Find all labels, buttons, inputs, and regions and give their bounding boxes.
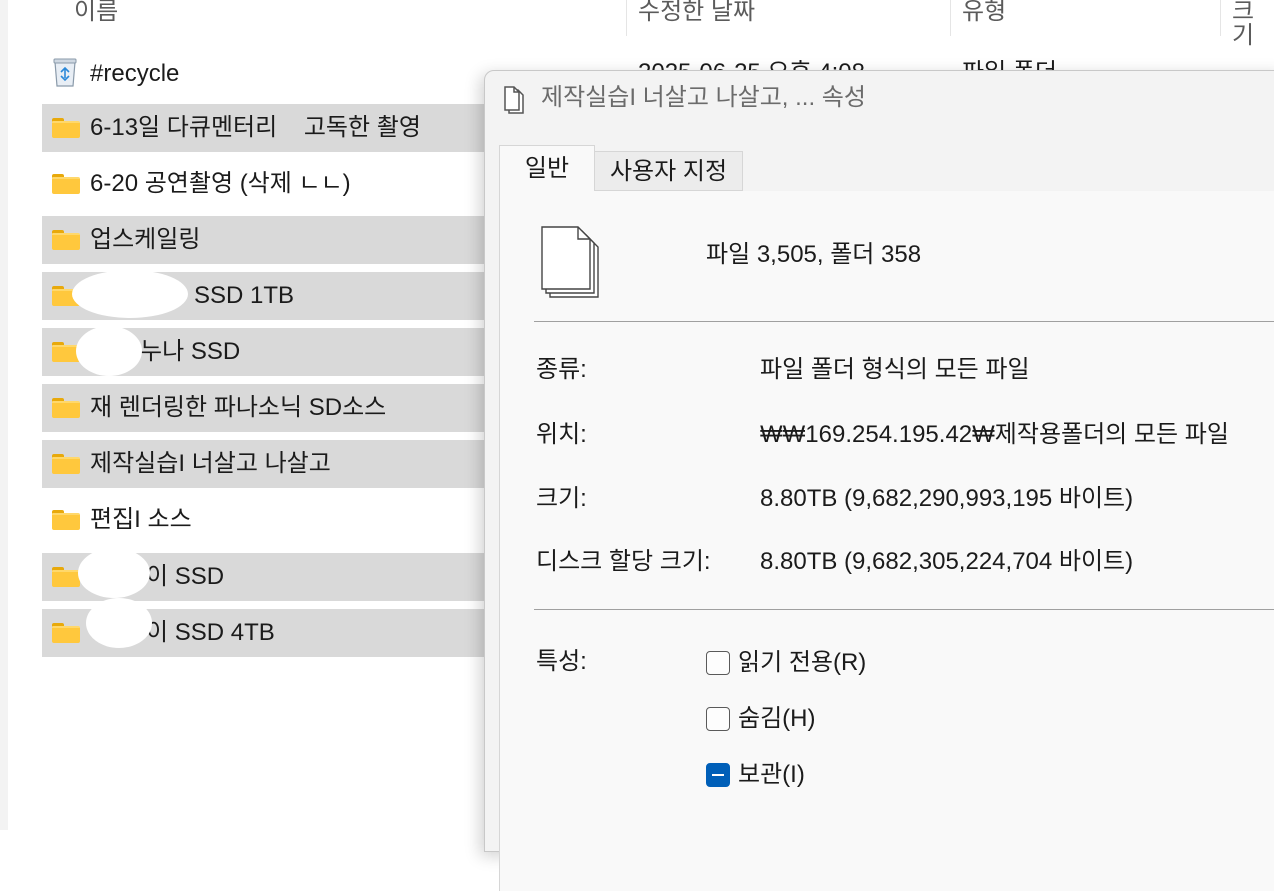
- location-value: ₩₩169.254.195.42₩제작용폴더의 모든 파일: [760, 421, 1229, 448]
- file-row[interactable]: 업스케일링: [42, 216, 502, 264]
- file-row[interactable]: 제작실습I 너살고 나살고: [42, 440, 502, 488]
- file-name: 편집I 소스: [90, 506, 192, 533]
- file-name: SSD 1TB: [194, 282, 295, 309]
- folder-icon: [52, 510, 80, 530]
- column-header-modified[interactable]: 수정한 날짜: [638, 0, 755, 36]
- multiple-files-icon: [504, 86, 524, 114]
- disk-size-label: 디스크 할당 크기:: [536, 548, 711, 575]
- tab-custom[interactable]: 사용자 지정: [595, 151, 743, 191]
- file-row[interactable]: #recycle: [42, 50, 502, 98]
- file-name: #recycle: [90, 60, 180, 87]
- column-header-type[interactable]: 유형: [962, 0, 1006, 36]
- file-name: 재 렌더링한 파나소닉 SD소스: [90, 394, 387, 421]
- selection-summary: 파일 3,505, 폴더 358: [706, 241, 922, 268]
- kind-label: 종류:: [536, 356, 587, 383]
- divider: [534, 321, 1274, 322]
- disk-size-value: 8.80TB (9,682,305,224,704 바이트): [760, 548, 1134, 575]
- dialog-title: 제작실습I 너살고 나살고, ... 속성: [541, 84, 866, 111]
- tab-bar: 일반 사용자 지정: [499, 145, 1274, 192]
- properties-dialog: 제작실습I 너살고 나살고, ... 속성 일반 사용자 지정 파일 3,505…: [484, 70, 1274, 891]
- file-name: 제작실습I 너살고 나살고: [90, 450, 331, 477]
- redaction-blob: [72, 270, 188, 318]
- hidden-label[interactable]: 숨김(H): [738, 704, 815, 734]
- redaction-blob: [76, 326, 142, 376]
- column-divider[interactable]: [950, 0, 951, 36]
- file-row[interactable]: 재 렌더링한 파나소닉 SD소스: [42, 384, 502, 432]
- size-value: 8.80TB (9,682,290,993,195 바이트): [760, 485, 1134, 512]
- readonly-label[interactable]: 읽기 전용(R): [738, 648, 866, 678]
- folder-icon: [52, 567, 80, 587]
- file-name: 누나 SSD: [140, 338, 241, 365]
- location-label: 위치:: [536, 421, 587, 448]
- hidden-checkbox[interactable]: [706, 707, 730, 731]
- column-header-size[interactable]: 크기: [1232, 0, 1274, 48]
- file-name: 6-13일 다큐멘터리 고독한 촬영: [90, 114, 421, 141]
- folder-icon: [52, 118, 80, 138]
- divider: [534, 609, 1274, 610]
- multiple-files-icon: [541, 226, 599, 298]
- redaction-blob: [78, 548, 150, 598]
- file-name: 이 SSD 4TB: [146, 619, 275, 646]
- column-divider[interactable]: [1220, 0, 1221, 36]
- folder-icon: [52, 230, 80, 250]
- file-row[interactable]: 6-13일 다큐멘터리 고독한 촬영: [42, 104, 502, 152]
- navigation-pane-edge: [0, 0, 8, 830]
- folder-icon: [52, 623, 80, 643]
- column-header-name[interactable]: 이름: [74, 0, 118, 36]
- file-row[interactable]: 편집I 소스: [42, 496, 502, 544]
- general-panel: 파일 3,505, 폴더 358 종류: 파일 폴더 형식의 모든 파일 위치:…: [499, 191, 1274, 891]
- folder-icon: [52, 174, 80, 194]
- file-name: 이 SSD: [146, 563, 225, 590]
- file-name: 업스케일링: [90, 226, 201, 253]
- column-divider[interactable]: [626, 0, 627, 36]
- attributes-label: 특성:: [536, 648, 587, 675]
- tab-general[interactable]: 일반: [499, 145, 595, 192]
- file-row[interactable]: 6-20 공연촬영 (삭제 ㄴㄴ): [42, 160, 502, 208]
- kind-value: 파일 폴더 형식의 모든 파일: [760, 356, 1030, 383]
- folder-icon: [52, 454, 80, 474]
- archive-checkbox[interactable]: [706, 763, 730, 787]
- file-name: 6-20 공연촬영 (삭제 ㄴㄴ): [90, 170, 351, 197]
- folder-icon: [52, 398, 80, 418]
- readonly-checkbox[interactable]: [706, 651, 730, 675]
- archive-label[interactable]: 보관(I): [738, 760, 805, 790]
- redaction-blob: [86, 598, 152, 648]
- recycle-bin-icon: [53, 58, 77, 87]
- size-label: 크기:: [536, 485, 587, 512]
